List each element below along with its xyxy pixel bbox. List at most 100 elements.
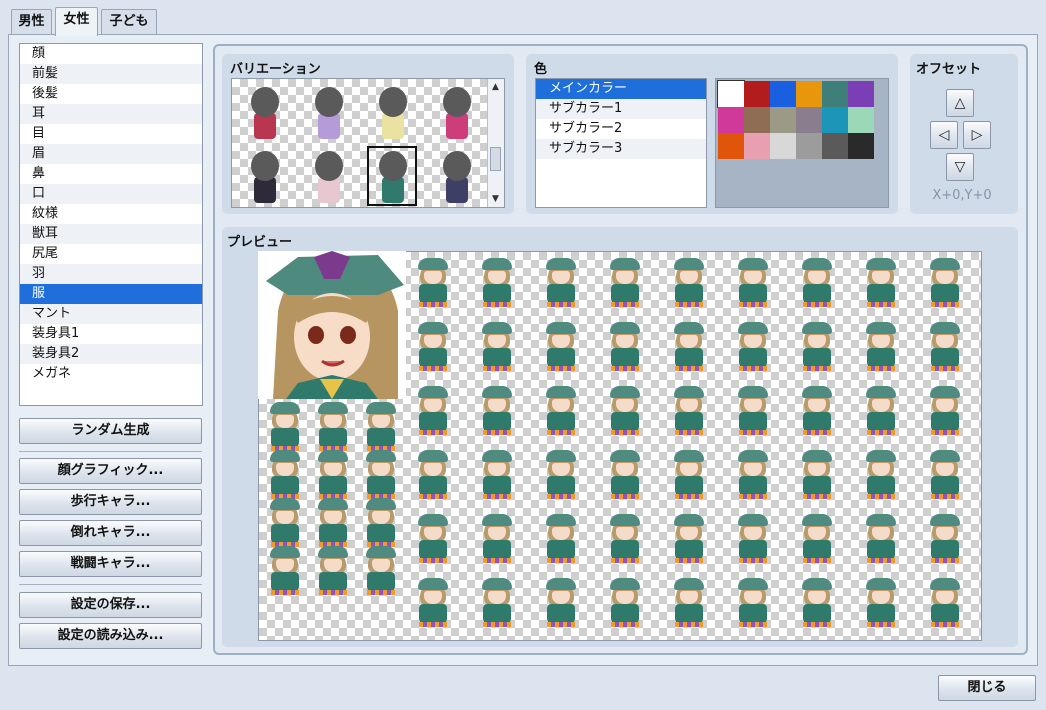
variation-grid[interactable]: ▲ ▼: [231, 78, 505, 208]
sprite-fringe: [803, 622, 831, 627]
sprite-fringe: [739, 558, 767, 563]
variation-option[interactable]: [368, 83, 416, 141]
save-settings-button[interactable]: 設定の保存...: [19, 592, 202, 618]
color-swatch[interactable]: [718, 107, 744, 133]
preview-sprite: [731, 382, 775, 438]
color-swatch[interactable]: [848, 107, 874, 133]
tab-female[interactable]: 女性: [55, 7, 98, 36]
part-list[interactable]: 顔前髪後髪耳目眉鼻口紋様獣耳尻尾羽服マント装身具1装身具2メガネ: [19, 43, 203, 406]
sprite-fringe: [483, 558, 511, 563]
color-swatch[interactable]: [770, 107, 796, 133]
part-item[interactable]: 服: [20, 284, 202, 304]
random-generate-button[interactable]: ランダム生成: [19, 418, 202, 444]
battle-character-button[interactable]: 戦闘キャラ...: [19, 551, 202, 577]
sprite-fringe: [867, 558, 895, 563]
color-swatch[interactable]: [848, 81, 874, 107]
color-target-item[interactable]: サブカラー2: [536, 119, 706, 139]
part-item[interactable]: 前髪: [20, 64, 202, 84]
sprite-hat: [674, 578, 704, 590]
variation-option[interactable]: [432, 83, 480, 141]
face-graphic-button[interactable]: 顔グラフィック...: [19, 458, 202, 484]
sprite-fringe: [803, 366, 831, 371]
sprite-hat: [270, 450, 300, 462]
offset-left-button[interactable]: ◁: [930, 121, 958, 149]
scroll-up-icon[interactable]: ▲: [488, 79, 503, 95]
scroll-down-icon[interactable]: ▼: [488, 191, 503, 207]
sprite-fringe: [739, 366, 767, 371]
color-target-item[interactable]: メインカラー: [536, 79, 706, 99]
close-button[interactable]: 閉じる: [938, 675, 1036, 701]
sprite-hat: [366, 402, 396, 414]
variation-option[interactable]: [240, 83, 288, 141]
color-target-list[interactable]: メインカラーサブカラー1サブカラー2サブカラー3: [535, 78, 707, 208]
load-settings-button[interactable]: 設定の読み込み...: [19, 623, 202, 649]
part-item[interactable]: 眉: [20, 144, 202, 164]
sprite-fringe: [931, 366, 959, 371]
variation-head-silhouette: [443, 87, 471, 117]
variation-option[interactable]: [432, 147, 480, 205]
part-item[interactable]: 後髪: [20, 84, 202, 104]
color-swatch[interactable]: [770, 133, 796, 159]
sprite-fringe: [739, 622, 767, 627]
color-swatch[interactable]: [822, 81, 848, 107]
sprite-hat: [610, 450, 640, 462]
part-item[interactable]: 口: [20, 184, 202, 204]
color-swatch[interactable]: [822, 133, 848, 159]
part-item[interactable]: 鼻: [20, 164, 202, 184]
preview-sprite: [859, 446, 903, 502]
down-character-button[interactable]: 倒れキャラ...: [19, 520, 202, 546]
color-swatch[interactable]: [744, 107, 770, 133]
color-swatch[interactable]: [770, 81, 796, 107]
part-item[interactable]: 獣耳: [20, 224, 202, 244]
part-item[interactable]: マント: [20, 304, 202, 324]
color-swatch[interactable]: [718, 81, 744, 107]
color-swatch[interactable]: [796, 133, 822, 159]
part-item[interactable]: 装身具2: [20, 344, 202, 364]
variation-scrollbar[interactable]: ▲ ▼: [487, 79, 504, 207]
sprite-hat: [930, 450, 960, 462]
sprite-hat: [482, 322, 512, 334]
tab-male[interactable]: 男性: [11, 9, 52, 35]
variation-option[interactable]: [304, 147, 352, 205]
part-item[interactable]: 羽: [20, 264, 202, 284]
color-swatch[interactable]: [848, 133, 874, 159]
color-swatch[interactable]: [796, 81, 822, 107]
color-swatch[interactable]: [718, 133, 744, 159]
sprite-hat: [738, 386, 768, 398]
sprite-fringe: [547, 494, 575, 499]
sprite-fringe: [867, 366, 895, 371]
sprite-fringe: [803, 430, 831, 435]
preview-sprite: [411, 510, 455, 566]
sprite-hat: [738, 450, 768, 462]
sprite-hat: [610, 386, 640, 398]
walk-character-button[interactable]: 歩行キャラ...: [19, 489, 202, 515]
variation-option[interactable]: [304, 83, 352, 141]
part-item[interactable]: 装身具1: [20, 324, 202, 344]
color-palette[interactable]: [715, 78, 889, 208]
sprite-fringe: [931, 622, 959, 627]
variation-option[interactable]: [368, 147, 416, 205]
color-swatch[interactable]: [744, 81, 770, 107]
color-swatch[interactable]: [744, 133, 770, 159]
tab-child[interactable]: 子ども: [101, 9, 157, 35]
sprite-hat: [270, 546, 300, 558]
scroll-thumb[interactable]: [490, 147, 501, 171]
part-item[interactable]: 尻尾: [20, 244, 202, 264]
part-item[interactable]: メガネ: [20, 364, 202, 384]
color-swatch[interactable]: [796, 107, 822, 133]
sprite-fringe: [739, 302, 767, 307]
part-item[interactable]: 紋様: [20, 204, 202, 224]
part-item[interactable]: 耳: [20, 104, 202, 124]
sprite-fringe: [419, 622, 447, 627]
color-swatch[interactable]: [822, 107, 848, 133]
sprite-fringe: [867, 622, 895, 627]
sprite-hat: [930, 386, 960, 398]
offset-up-button[interactable]: △: [946, 89, 974, 117]
part-item[interactable]: 目: [20, 124, 202, 144]
color-target-item[interactable]: サブカラー3: [536, 139, 706, 159]
part-item[interactable]: 顔: [20, 44, 202, 64]
offset-down-button[interactable]: ▽: [946, 153, 974, 181]
variation-option[interactable]: [240, 147, 288, 205]
offset-right-button[interactable]: ▷: [963, 121, 991, 149]
color-target-item[interactable]: サブカラー1: [536, 99, 706, 119]
